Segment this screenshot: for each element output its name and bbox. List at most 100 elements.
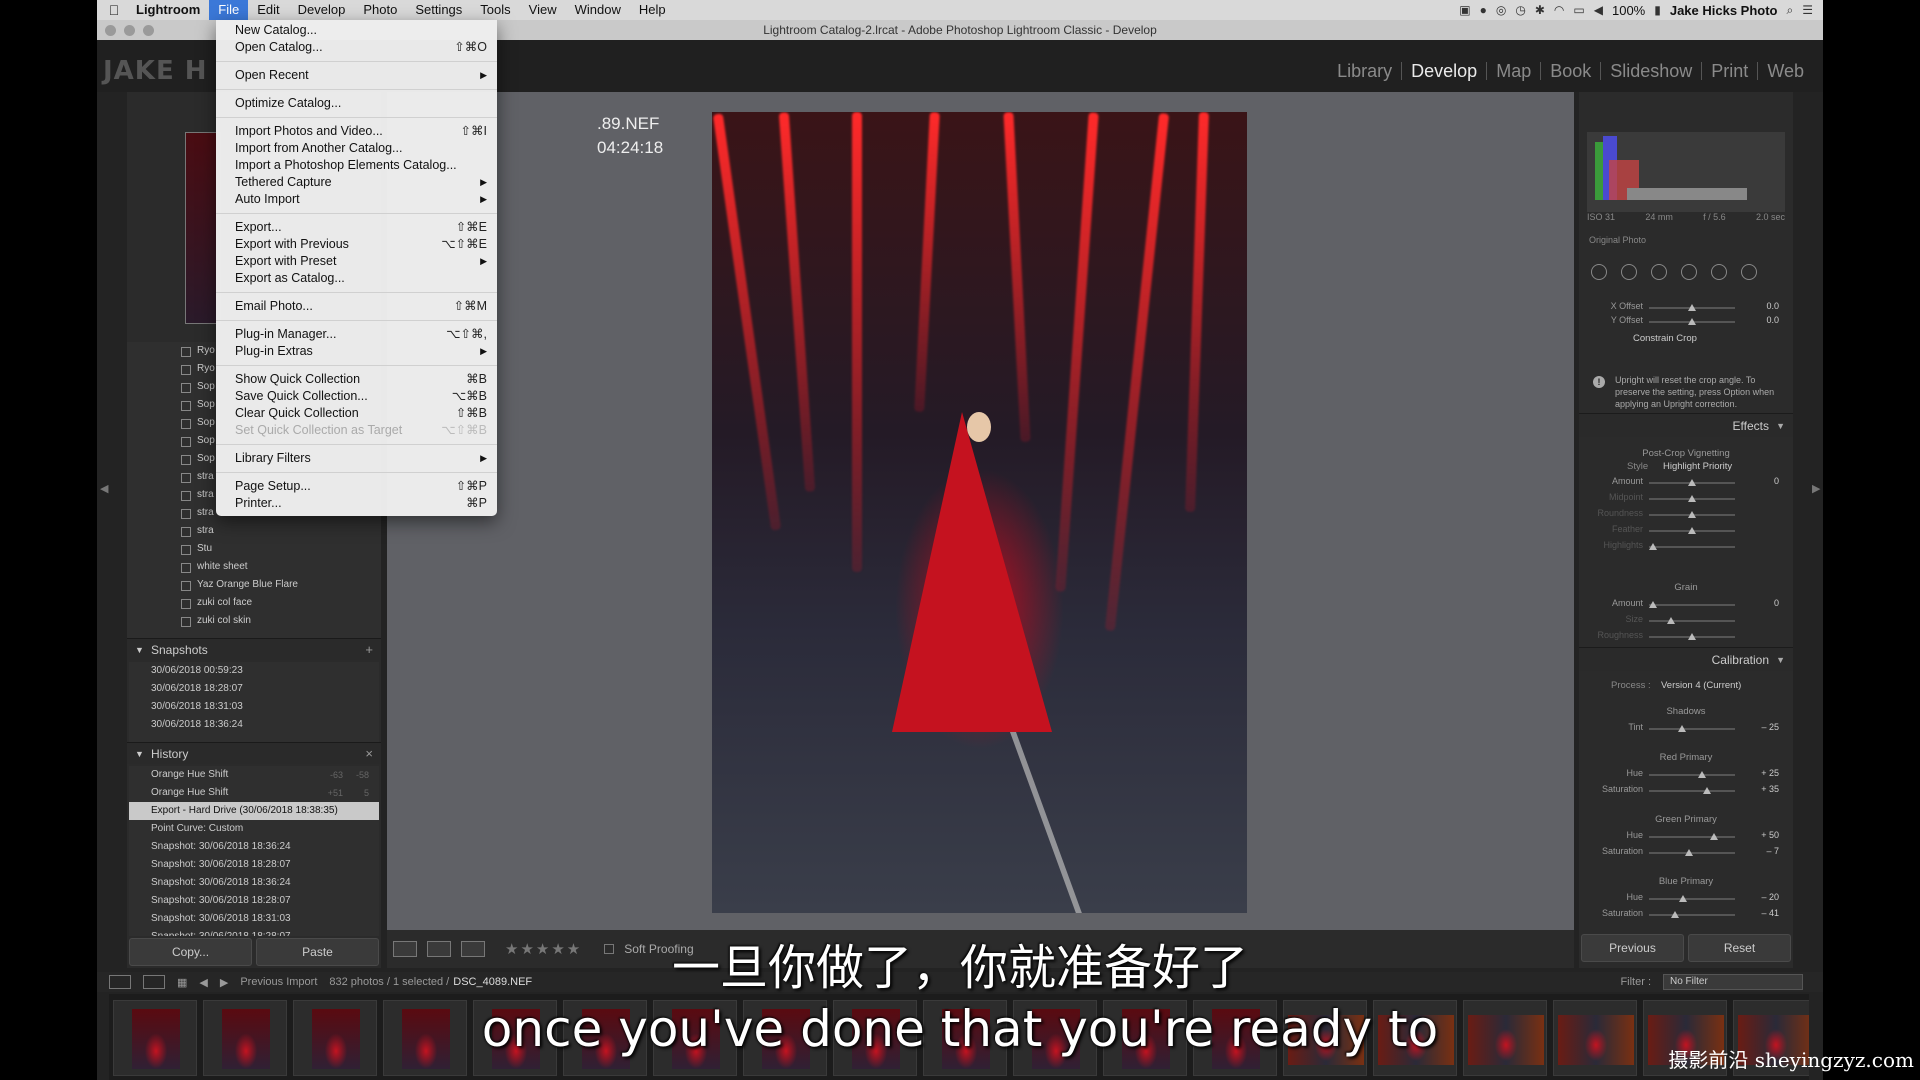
slider-amount[interactable]: Amount 0: [1579, 598, 1793, 612]
menu-develop[interactable]: Develop: [289, 0, 355, 20]
slider-hue[interactable]: Hue + 25: [1579, 768, 1793, 782]
vignette-style-dropdown[interactable]: Highlight Priority: [1663, 461, 1732, 472]
slider-y-offset[interactable]: Y Offset 0.0: [1579, 315, 1793, 329]
main-photo[interactable]: [712, 112, 1247, 913]
slider-knob[interactable]: [1709, 833, 1718, 840]
slider-knob[interactable]: [1698, 771, 1707, 778]
history-step[interactable]: Point Curve: Custom: [129, 820, 379, 838]
collection-item[interactable]: Stu: [127, 540, 381, 558]
collapse-right-panel-icon[interactable]: ▶: [1812, 482, 1820, 495]
radial-filter-icon[interactable]: [1711, 264, 1727, 280]
slider-track[interactable]: [1649, 543, 1735, 550]
module-develop[interactable]: Develop: [1401, 62, 1486, 80]
history-step[interactable]: Snapshot: 30/06/2018 18:28:07: [129, 856, 379, 874]
menu-item[interactable]: Plug-in Extras ▶: [216, 343, 497, 360]
slider-knob[interactable]: [1688, 304, 1696, 311]
menu-item[interactable]: Email Photo... ⇧⌘M: [216, 298, 497, 315]
snapshots-header[interactable]: ▼ Snapshots +: [127, 638, 381, 660]
menu-item[interactable]: Printer... ⌘P: [216, 495, 497, 512]
history-step[interactable]: Orange Hue Shift -63 -58: [129, 766, 379, 784]
adjustment-brush-icon[interactable]: [1741, 264, 1757, 280]
slider-knob[interactable]: [1649, 601, 1658, 608]
slider-size[interactable]: Size: [1579, 614, 1793, 628]
slider-hue[interactable]: Hue – 20: [1579, 892, 1793, 906]
module-print[interactable]: Print: [1701, 62, 1757, 80]
add-snapshot-button[interactable]: +: [365, 639, 373, 661]
slider-track[interactable]: [1649, 601, 1735, 608]
menu-item[interactable]: Optimize Catalog...: [216, 95, 497, 112]
slider-track[interactable]: [1649, 479, 1735, 486]
menu-item[interactable]: Plug-in Manager... ⌥⇧⌘,: [216, 326, 497, 343]
menu-item[interactable]: Open Recent ▶: [216, 67, 497, 84]
slider-knob[interactable]: [1688, 318, 1696, 325]
menu-item[interactable]: Import a Photoshop Elements Catalog...: [216, 157, 497, 174]
slider-track[interactable]: [1649, 495, 1735, 502]
process-dropdown[interactable]: Version 4 (Current): [1661, 680, 1741, 691]
minimize-window-button[interactable]: [124, 25, 135, 36]
slider-midpoint[interactable]: Midpoint: [1579, 492, 1793, 506]
menu-item[interactable]: New Catalog...: [216, 22, 497, 39]
collection-item[interactable]: zuki col face: [127, 594, 381, 612]
slider-amount[interactable]: Amount 0: [1579, 476, 1793, 490]
slider-track[interactable]: [1649, 527, 1735, 534]
bluetooth-icon[interactable]: ✱: [1535, 3, 1545, 17]
collection-item[interactable]: white sheet: [127, 558, 381, 576]
menu-item[interactable]: Clear Quick Collection ⇧⌘B: [216, 405, 497, 422]
histogram[interactable]: [1587, 132, 1785, 212]
battery-icon[interactable]: ▮: [1654, 3, 1661, 17]
snapshot-item[interactable]: 30/06/2018 00:59:23: [129, 662, 379, 680]
menu-item[interactable]: Show Quick Collection ⌘B: [216, 371, 497, 388]
menu-edit[interactable]: Edit: [248, 0, 288, 20]
slider-knob[interactable]: [1688, 511, 1696, 518]
menu-item[interactable]: Export as Catalog...: [216, 270, 497, 287]
red-eye-icon[interactable]: [1651, 264, 1667, 280]
slider-knob[interactable]: [1688, 633, 1696, 640]
graduated-filter-icon[interactable]: [1681, 264, 1697, 280]
slider-knob[interactable]: [1649, 543, 1658, 550]
menu-settings[interactable]: Settings: [406, 0, 471, 20]
wifi-icon[interactable]: ◠: [1554, 3, 1564, 17]
slider-knob[interactable]: [1670, 911, 1679, 918]
menu-help[interactable]: Help: [630, 0, 675, 20]
menu-item[interactable]: Auto Import ▶: [216, 191, 497, 208]
menu-view[interactable]: View: [520, 0, 566, 20]
history-step[interactable]: Orange Hue Shift +51 5: [129, 784, 379, 802]
history-step[interactable]: Export - Hard Drive (30/06/2018 18:38:35…: [129, 802, 379, 820]
menu-item[interactable]: Page Setup... ⇧⌘P: [216, 478, 497, 495]
collection-item[interactable]: zuki col skin: [127, 612, 381, 630]
module-library[interactable]: Library: [1328, 62, 1401, 80]
calibration-section-header[interactable]: Calibration: [1579, 647, 1793, 672]
module-web[interactable]: Web: [1757, 62, 1813, 80]
slider-feather[interactable]: Feather: [1579, 524, 1793, 538]
menu-item[interactable]: Import from Another Catalog...: [216, 140, 497, 157]
slider-knob[interactable]: [1679, 895, 1688, 902]
slider-track[interactable]: [1649, 617, 1735, 624]
menu-item[interactable]: Save Quick Collection... ⌥⌘B: [216, 388, 497, 405]
menu-item[interactable]: Library Filters ▶: [216, 450, 497, 467]
history-header[interactable]: ▼ History ×: [127, 742, 381, 764]
collection-item[interactable]: Yaz Orange Blue Flare: [127, 576, 381, 594]
slider-track[interactable]: [1649, 771, 1735, 778]
menu-item[interactable]: Open Catalog... ⇧⌘O: [216, 39, 497, 56]
time-machine-icon[interactable]: ◷: [1515, 3, 1525, 17]
module-slideshow[interactable]: Slideshow: [1600, 62, 1701, 80]
crop-tool-icon[interactable]: [1591, 264, 1607, 280]
slider-track[interactable]: [1649, 304, 1735, 311]
slider-roughness[interactable]: Roughness: [1579, 630, 1793, 644]
notification-center-icon[interactable]: ☰: [1802, 3, 1813, 17]
module-book[interactable]: Book: [1540, 62, 1600, 80]
history-step[interactable]: Snapshot: 30/06/2018 18:36:24: [129, 874, 379, 892]
slider-track[interactable]: [1649, 833, 1735, 840]
slider-highlights[interactable]: Highlights: [1579, 540, 1793, 554]
snapshot-item[interactable]: 30/06/2018 18:28:07: [129, 680, 379, 698]
slider-knob[interactable]: [1688, 527, 1696, 534]
app-menu[interactable]: Lightroom: [127, 0, 209, 20]
slider-knob[interactable]: [1702, 787, 1711, 794]
collapse-left-panel-icon[interactable]: ◀: [100, 482, 108, 495]
slider-track[interactable]: [1649, 895, 1735, 902]
menu-tools[interactable]: Tools: [471, 0, 519, 20]
menu-item[interactable]: Import Photos and Video... ⇧⌘I: [216, 123, 497, 140]
slider-knob[interactable]: [1684, 849, 1693, 856]
effects-section-header[interactable]: Effects: [1579, 413, 1793, 438]
slider-track[interactable]: [1649, 725, 1735, 732]
